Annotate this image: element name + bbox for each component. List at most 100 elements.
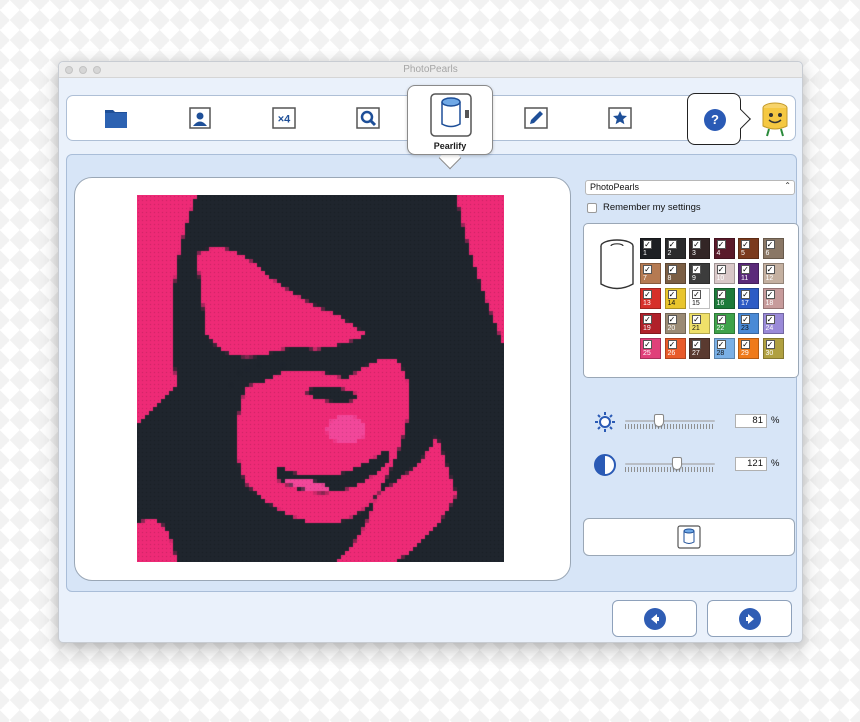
palette-swatch[interactable]: ✓ 24 — [762, 313, 784, 334]
swatch-checkbox[interactable]: ✓ — [667, 340, 677, 349]
palette-swatch[interactable]: ✓ 20 — [664, 313, 686, 334]
contrast-unit: % — [771, 458, 780, 469]
swatch-checkbox[interactable]: ✓ — [716, 240, 726, 249]
swatch-number: 25 — [643, 350, 651, 357]
remember-settings-checkbox[interactable] — [587, 202, 597, 213]
brightness-value-field[interactable]: 81 — [735, 414, 767, 428]
palette-swatch[interactable]: ✓ 9 — [689, 263, 710, 284]
zoom-tool-button[interactable] — [355, 105, 381, 131]
swatch-checkbox[interactable]: ✓ — [667, 240, 677, 249]
pearlify-apply-button[interactable] — [583, 518, 795, 556]
palette-swatch[interactable]: ✓ 6 — [762, 238, 784, 259]
swatch-checkbox[interactable]: ✓ — [741, 265, 750, 274]
open-tool-button[interactable] — [103, 105, 129, 131]
arrow-left-icon — [643, 607, 666, 630]
multiply-tool-button[interactable]: ×4 — [271, 105, 297, 131]
contrast-slider-track[interactable] — [625, 463, 715, 465]
swatch-checkbox[interactable]: ✓ — [741, 290, 750, 299]
swatch-checkbox[interactable]: ✓ — [692, 315, 701, 324]
swatch-number: 4 — [716, 250, 721, 257]
palette-swatch[interactable]: ✓ 14 — [664, 288, 686, 309]
favorites-tool-button[interactable] — [607, 105, 633, 131]
swatch-checkbox[interactable]: ✓ — [643, 265, 652, 274]
brightness-slider-track[interactable] — [625, 420, 715, 422]
pearl-preview-image[interactable] — [137, 195, 504, 562]
swatch-checkbox[interactable]: ✓ — [643, 315, 652, 324]
swatch-checkbox[interactable]: ✓ — [716, 315, 726, 324]
palette-swatch[interactable]: ✓ 17 — [738, 288, 759, 309]
swatch-checkbox[interactable]: ✓ — [741, 315, 750, 324]
swatch-number: 12 — [765, 275, 774, 282]
contrast-slider-thumb[interactable] — [672, 457, 683, 470]
swatch-checkbox[interactable]: ✓ — [765, 340, 775, 349]
palette-swatch[interactable]: ✓ 5 — [738, 238, 759, 259]
palette-swatch[interactable]: ✓ 26 — [664, 338, 686, 359]
palette-swatch[interactable]: ✓ 18 — [762, 288, 784, 309]
mascot-image — [757, 100, 793, 138]
swatch-number: 2 — [667, 250, 672, 257]
swatch-checkbox[interactable]: ✓ — [741, 340, 750, 349]
palette-swatch[interactable]: ✓ 3 — [689, 238, 710, 259]
palette-swatch[interactable]: ✓ 25 — [640, 338, 661, 359]
swatch-number: 10 — [716, 275, 725, 282]
brightness-unit: % — [771, 415, 780, 426]
swatch-checkbox[interactable]: ✓ — [716, 340, 726, 349]
palette-swatch[interactable]: ✓ 22 — [713, 313, 735, 334]
tab-pearlify[interactable]: Pearlify — [407, 85, 493, 155]
brightness-row: 81 % — [585, 411, 799, 437]
swatch-checkbox[interactable]: ✓ — [692, 265, 701, 274]
contrast-value-field[interactable]: 121 — [735, 457, 767, 471]
edit-tool-button[interactable] — [523, 105, 549, 131]
palette-swatch[interactable]: ✓ 13 — [640, 288, 661, 309]
next-button[interactable] — [707, 600, 792, 637]
palette-swatch[interactable]: ✓ 30 — [762, 338, 784, 359]
swatch-checkbox[interactable]: ✓ — [765, 265, 775, 274]
profile-select[interactable]: PhotoPearls ⌃ — [585, 180, 795, 195]
palette-swatch[interactable]: ✓ 21 — [689, 313, 710, 334]
swatch-checkbox[interactable]: ✓ — [765, 240, 775, 249]
brightness-slider-thumb[interactable] — [654, 414, 665, 427]
swatch-number: 20 — [667, 325, 676, 332]
swatch-checkbox[interactable]: ✓ — [765, 315, 775, 324]
palette-swatch[interactable]: ✓ 28 — [713, 338, 735, 359]
swatch-checkbox[interactable]: ✓ — [716, 290, 726, 299]
palette-swatch[interactable]: ✓ 8 — [664, 263, 686, 284]
palette-swatch[interactable]: ✓ 1 — [640, 238, 661, 259]
palette-swatch[interactable]: ✓ 27 — [689, 338, 710, 359]
arrow-right-icon — [738, 607, 761, 630]
palette-swatch[interactable]: ✓ 19 — [640, 313, 661, 334]
swatch-checkbox[interactable]: ✓ — [765, 290, 775, 299]
swatch-checkbox[interactable]: ✓ — [667, 265, 677, 274]
swatch-checkbox[interactable]: ✓ — [643, 290, 652, 299]
swatch-checkbox[interactable]: ✓ — [667, 290, 677, 299]
swatch-checkbox[interactable]: ✓ — [692, 240, 701, 249]
swatch-number: 9 — [692, 275, 696, 282]
swatch-checkbox[interactable]: ✓ — [741, 240, 750, 249]
swatch-number: 24 — [765, 325, 774, 332]
swatch-checkbox[interactable]: ✓ — [692, 290, 701, 299]
palette-swatch[interactable]: ✓ 16 — [713, 288, 735, 309]
swatch-number: 1 — [643, 250, 647, 257]
swatch-checkbox[interactable]: ✓ — [643, 240, 652, 249]
back-button[interactable] — [612, 600, 697, 637]
swatch-checkbox[interactable]: ✓ — [692, 340, 701, 349]
palette-swatch[interactable]: ✓ 2 — [664, 238, 686, 259]
crop-portrait-tool-button[interactable] — [187, 105, 213, 131]
palette-swatch[interactable]: ✓ 7 — [640, 263, 661, 284]
swatch-checkbox[interactable]: ✓ — [643, 340, 652, 349]
swatch-checkbox[interactable]: ✓ — [716, 265, 726, 274]
palette-swatch[interactable]: ✓ 10 — [713, 263, 735, 284]
palette-swatch[interactable]: ✓ 23 — [738, 313, 759, 334]
palette-swatch[interactable]: ✓ 4 — [713, 238, 735, 259]
palette-swatch[interactable]: ✓ 29 — [738, 338, 759, 359]
swatch-checkbox[interactable]: ✓ — [667, 315, 677, 324]
palette-swatch[interactable]: ✓ 12 — [762, 263, 784, 284]
swatch-number: 15 — [692, 300, 700, 307]
swatch-number: 18 — [765, 300, 774, 307]
swatch-number: 6 — [765, 250, 770, 257]
palette-swatch[interactable]: ✓ 11 — [738, 263, 759, 284]
palette-swatch[interactable]: ✓ 15 — [689, 288, 710, 309]
multiply-label: ×4 — [278, 114, 291, 126]
remember-settings-row[interactable]: Remember my settings — [587, 202, 701, 213]
color-palette: ✓ 1 ✓ 2 ✓ 3 ✓ 4 ✓ 5 ✓ 6 ✓ 7 ✓ 8 ✓ 9 ✓ 10 ✓ 11 ✓ 12 ✓ 13 ✓ 14 ✓ 15 ✓ 16 ✓… — [583, 223, 799, 378]
